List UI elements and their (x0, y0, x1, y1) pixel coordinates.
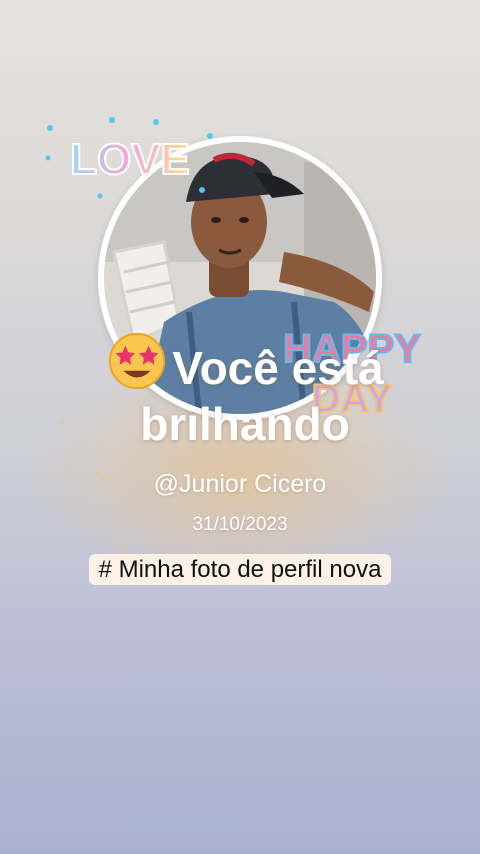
sparkle-dot (400, 540, 406, 546)
love-sticker-text: LOVE (70, 135, 190, 184)
user-handle: @Junior Cicero (153, 470, 327, 498)
headline-text: Você está brilhando (140, 342, 384, 450)
story-screen: LOVE HAPPY DAY Você está brilhando @Juni… (0, 0, 480, 854)
sparkle-dot (300, 505, 306, 511)
story-date: 31/10/2023 (192, 514, 288, 535)
star-struck-emoji-icon (109, 332, 166, 390)
headline: Você está brilhando (60, 330, 430, 452)
caption: # Minha foto de perfil nova (80, 550, 400, 590)
caption-text: # Minha foto de perfil nova (88, 554, 392, 585)
love-sticker: LOVE (45, 117, 213, 199)
